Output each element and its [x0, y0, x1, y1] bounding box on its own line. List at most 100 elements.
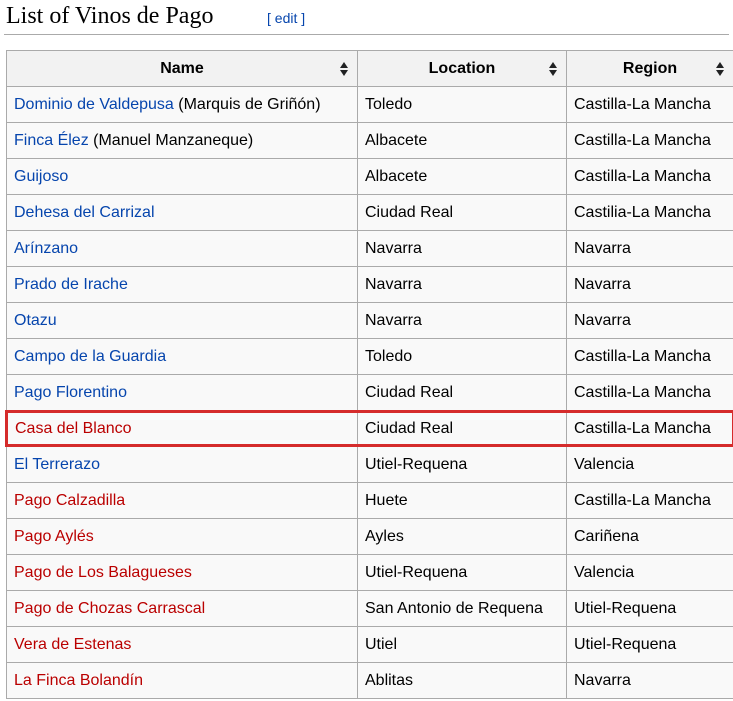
wine-name-link[interactable]: Casa del Blanco — [15, 420, 132, 437]
column-header-region[interactable]: Region — [566, 50, 733, 87]
table-row: Guijoso Albacete Castilla-La Mancha — [6, 158, 733, 195]
wine-name-link[interactable]: Pago de Los Balagueses — [14, 564, 192, 581]
vinos-de-pago-table: Name Location Region Dominio de Valdepus… — [5, 50, 733, 699]
cell-location: Ciudad Real — [357, 374, 567, 412]
table-row: Pago de Los Balagueses Utiel-Requena Valen… — [6, 554, 733, 591]
cell-region: Cariñena — [566, 518, 733, 555]
wine-name-link[interactable]: Finca Élez — [14, 132, 89, 149]
cell-location: San Antonio de Requena — [357, 590, 567, 627]
cell-name: Finca Élez (Manuel Manzaneque) — [6, 122, 358, 159]
cell-location: Utiel — [357, 626, 567, 663]
wine-name-link[interactable]: Pago Calzadilla — [14, 492, 125, 509]
wine-name-link[interactable]: Campo de la Guardia — [14, 348, 166, 365]
cell-location: Navarra — [357, 266, 567, 303]
sort-arrows-icon[interactable] — [549, 62, 557, 76]
table-row: Finca Élez (Manuel Manzaneque) Albacete Ca… — [6, 122, 733, 159]
table-row: Otazu Navarra Navarra — [6, 302, 733, 339]
cell-name: Dominio de Valdepusa (Marquis de Griñón) — [6, 86, 358, 123]
cell-location: Ablitas — [357, 662, 567, 699]
table-header-row: Name Location Region — [6, 50, 733, 87]
table-row: Vera de Estenas Utiel Utiel-Requena — [6, 626, 733, 663]
column-header-label: Name — [160, 59, 204, 77]
column-header-location[interactable]: Location — [357, 50, 567, 87]
cell-region: Castilla-La Mancha — [566, 86, 733, 123]
cell-region: Utiel-Requena — [566, 626, 733, 663]
cell-name: Pago Florentino — [6, 374, 358, 412]
cell-location: Toledo — [357, 338, 567, 375]
cell-region: Navarra — [566, 230, 733, 267]
wine-name-link[interactable]: Prado de Irache — [14, 276, 128, 293]
cell-region: Valencia — [566, 445, 733, 483]
cell-region: Castilla-La Mancha — [566, 410, 733, 447]
cell-region: Castilia-La Mancha — [566, 194, 733, 231]
wine-name-link[interactable]: Pago de Chozas Carrascal — [14, 600, 205, 617]
table-row: La Finca Bolandín Ablitas Navarra — [6, 662, 733, 699]
cell-location: Huete — [357, 482, 567, 519]
column-header-name[interactable]: Name — [6, 50, 358, 87]
table-row: Arínzano Navarra Navarra — [6, 230, 733, 267]
cell-name: La Finca Bolandín — [6, 662, 358, 699]
cell-region: Castilla-La Mancha — [566, 338, 733, 375]
cell-location: Toledo — [357, 86, 567, 123]
cell-region: Valencia — [566, 554, 733, 591]
cell-name: Arínzano — [6, 230, 358, 267]
cell-location: Utiel-Requena — [357, 445, 567, 483]
wine-name-link[interactable]: Otazu — [14, 312, 57, 329]
wine-name-link[interactable]: Guijoso — [14, 168, 68, 185]
wine-name-link[interactable]: Vera de Estenas — [14, 636, 131, 653]
section-heading: List of Vinos de Pago [ edit ] — [4, 0, 729, 35]
wine-owner-note: (Manuel Manzaneque) — [88, 131, 254, 149]
wine-name-link[interactable]: La Finca Bolandín — [14, 672, 143, 689]
cell-region: Utiel-Requena — [566, 590, 733, 627]
wine-name-link[interactable]: Pago Florentino — [14, 384, 127, 401]
table-row: Casa del Blanco Ciudad Real Castilla-La Ma… — [5, 410, 733, 447]
table-row: Pago Aylés Ayles Cariñena — [6, 518, 733, 555]
edit-bracket-open: [ — [267, 10, 271, 26]
cell-location: Ayles — [357, 518, 567, 555]
cell-name: Pago Aylés — [6, 518, 358, 555]
wine-name-link[interactable]: El Terrerazo — [14, 456, 100, 473]
cell-name: Casa del Blanco — [5, 410, 358, 447]
cell-location: Ciudad Real — [357, 410, 567, 447]
wine-name-link[interactable]: Arínzano — [14, 240, 78, 257]
table-row: El Terrerazo Utiel-Requena Valencia — [6, 445, 733, 483]
table-row: Pago Calzadilla Huete Castilla-La Mancha — [6, 482, 733, 519]
cell-region: Castilla-La Mancha — [566, 482, 733, 519]
cell-name: Pago Calzadilla — [6, 482, 358, 519]
cell-region: Castilla-La Mancha — [566, 158, 733, 195]
cell-location: Ciudad Real — [357, 194, 567, 231]
edit-section: [ edit ] — [267, 10, 305, 26]
edit-bracket-close: ] — [301, 10, 306, 26]
cell-name: Pago de Los Balagueses — [6, 554, 358, 591]
table-row: Dominio de Valdepusa (Marquis de Griñón)… — [6, 86, 733, 123]
edit-link[interactable]: edit — [275, 10, 298, 26]
sort-arrows-icon[interactable] — [340, 62, 348, 76]
column-header-label: Region — [622, 59, 678, 77]
cell-name: Prado de Irache — [6, 266, 358, 303]
wine-name-link[interactable]: Pago Aylés — [14, 528, 94, 545]
wine-name-link[interactable]: Dominio de Valdepusa — [14, 96, 174, 113]
cell-region: Castilla-La Mancha — [566, 122, 733, 159]
cell-name: El Terrerazo — [6, 445, 358, 483]
page-title: List of Vinos de Pago — [6, 3, 214, 29]
wine-owner-note: (Marquis de Griñón) — [173, 95, 321, 113]
cell-region: Castilla-La Mancha — [566, 374, 733, 412]
cell-location: Navarra — [357, 302, 567, 339]
cell-name: Otazu — [6, 302, 358, 339]
cell-region: Navarra — [566, 266, 733, 303]
wine-name-link[interactable]: Dehesa del Carrizal — [14, 204, 155, 221]
sort-arrows-icon[interactable] — [716, 62, 724, 76]
table-row: Dehesa del Carrizal Ciudad Real Castilia-L… — [6, 194, 733, 231]
cell-location: Albacete — [357, 122, 567, 159]
column-header-label: Location — [428, 59, 496, 77]
cell-name: Dehesa del Carrizal — [6, 194, 358, 231]
cell-location: Utiel-Requena — [357, 554, 567, 591]
cell-name: Campo de la Guardia — [6, 338, 358, 375]
table-row: Pago de Chozas Carrascal San Antonio de R… — [6, 590, 733, 627]
table-row: Prado de Irache Navarra Navarra — [6, 266, 733, 303]
table-row: Campo de la Guardia Toledo Castilla-La Man… — [6, 338, 733, 375]
cell-location: Navarra — [357, 230, 567, 267]
cell-location: Albacete — [357, 158, 567, 195]
table-row: Pago Florentino Ciudad Real Castilla-La Ma… — [6, 374, 733, 412]
cell-name: Vera de Estenas — [6, 626, 358, 663]
